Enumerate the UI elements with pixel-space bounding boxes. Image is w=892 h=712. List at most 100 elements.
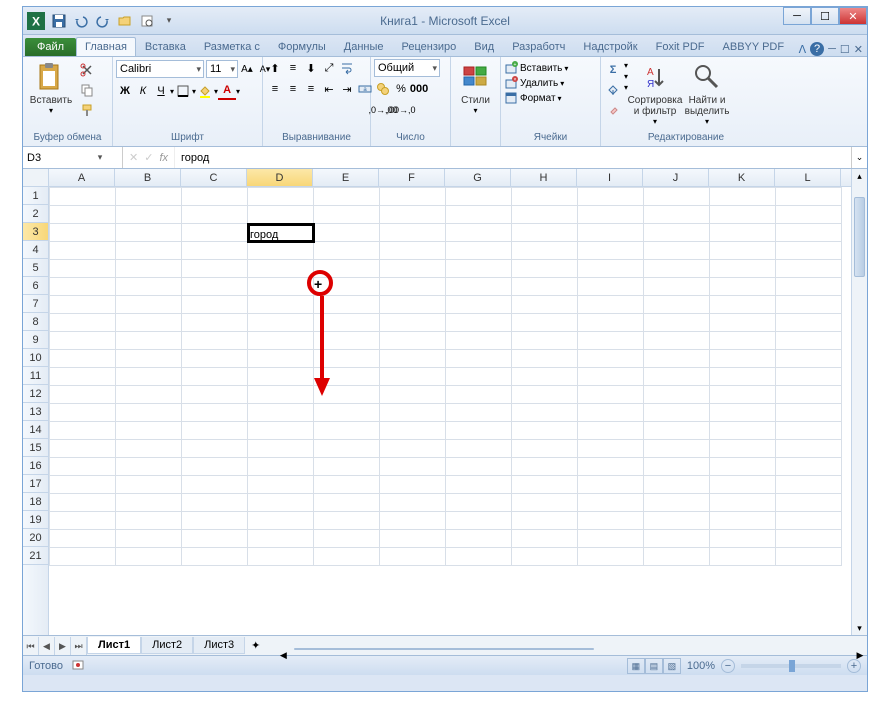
cell[interactable] bbox=[710, 458, 776, 476]
cell[interactable] bbox=[248, 242, 314, 260]
page-break-view-icon[interactable]: ▧ bbox=[663, 658, 681, 674]
cell[interactable] bbox=[182, 278, 248, 296]
mdi-minimize-icon[interactable]: ─ bbox=[828, 43, 836, 55]
cell[interactable] bbox=[248, 368, 314, 386]
cell[interactable] bbox=[248, 440, 314, 458]
cell[interactable] bbox=[380, 386, 446, 404]
cell[interactable] bbox=[776, 224, 842, 242]
cell[interactable] bbox=[446, 422, 512, 440]
insert-function-icon[interactable]: fx bbox=[159, 152, 168, 164]
addins-tab[interactable]: Надстройк bbox=[574, 37, 646, 56]
insert-cells-button[interactable]: + Вставить ▾ bbox=[504, 61, 568, 75]
cell[interactable] bbox=[446, 296, 512, 314]
cell[interactable] bbox=[644, 224, 710, 242]
cell[interactable] bbox=[314, 476, 380, 494]
cell[interactable] bbox=[446, 224, 512, 242]
cell[interactable] bbox=[512, 548, 578, 566]
cell[interactable] bbox=[380, 494, 446, 512]
cell[interactable] bbox=[446, 350, 512, 368]
cell[interactable] bbox=[776, 188, 842, 206]
cell[interactable] bbox=[446, 368, 512, 386]
cell[interactable] bbox=[512, 242, 578, 260]
cell[interactable] bbox=[314, 548, 380, 566]
cell[interactable] bbox=[776, 206, 842, 224]
cell[interactable] bbox=[182, 332, 248, 350]
cell[interactable] bbox=[512, 260, 578, 278]
bold-icon[interactable]: Ж bbox=[116, 82, 134, 100]
column-header[interactable]: H bbox=[511, 169, 577, 186]
cell[interactable] bbox=[380, 188, 446, 206]
cell[interactable] bbox=[314, 368, 380, 386]
cell[interactable] bbox=[116, 242, 182, 260]
last-sheet-icon[interactable]: ⏭ bbox=[71, 637, 87, 655]
cell[interactable] bbox=[578, 386, 644, 404]
row-header[interactable]: 20 bbox=[23, 529, 48, 547]
cell[interactable] bbox=[710, 548, 776, 566]
cell[interactable] bbox=[512, 206, 578, 224]
cell[interactable] bbox=[380, 368, 446, 386]
cell[interactable] bbox=[50, 440, 116, 458]
cell[interactable] bbox=[512, 404, 578, 422]
cell[interactable] bbox=[512, 530, 578, 548]
cell[interactable] bbox=[182, 476, 248, 494]
cell[interactable] bbox=[380, 512, 446, 530]
cell[interactable] bbox=[116, 368, 182, 386]
cell[interactable] bbox=[248, 278, 314, 296]
select-all-button[interactable] bbox=[23, 169, 49, 187]
cell[interactable] bbox=[380, 422, 446, 440]
cell[interactable] bbox=[50, 332, 116, 350]
border-icon[interactable] bbox=[174, 82, 192, 100]
cell[interactable] bbox=[248, 206, 314, 224]
row-header[interactable]: 8 bbox=[23, 313, 48, 331]
styles-button[interactable]: Стили ▾ bbox=[454, 59, 497, 115]
cell[interactable] bbox=[182, 368, 248, 386]
cell[interactable] bbox=[776, 368, 842, 386]
vscroll-thumb[interactable] bbox=[854, 197, 865, 277]
enter-edit-icon[interactable]: ✓ bbox=[144, 151, 153, 164]
copy-icon[interactable] bbox=[78, 81, 96, 99]
cell[interactable] bbox=[710, 386, 776, 404]
cell[interactable] bbox=[776, 512, 842, 530]
autosum-icon[interactable]: Σ bbox=[604, 61, 622, 79]
cell[interactable] bbox=[116, 296, 182, 314]
cell-grid[interactable]: город bbox=[49, 187, 851, 635]
cell[interactable] bbox=[314, 332, 380, 350]
cell[interactable] bbox=[50, 368, 116, 386]
cell[interactable] bbox=[116, 314, 182, 332]
cell[interactable] bbox=[644, 242, 710, 260]
cell[interactable] bbox=[182, 422, 248, 440]
cell[interactable] bbox=[380, 260, 446, 278]
cell[interactable] bbox=[644, 188, 710, 206]
scroll-up-icon[interactable]: ▴ bbox=[852, 169, 867, 183]
zoom-slider[interactable] bbox=[741, 664, 841, 668]
cell[interactable] bbox=[776, 422, 842, 440]
cell[interactable] bbox=[644, 440, 710, 458]
cell[interactable] bbox=[710, 314, 776, 332]
cell[interactable] bbox=[182, 224, 248, 242]
cell[interactable] bbox=[644, 278, 710, 296]
find-select-button[interactable]: Найти и выделить ▾ bbox=[682, 59, 732, 126]
cell[interactable] bbox=[116, 494, 182, 512]
prev-sheet-icon[interactable]: ◀ bbox=[39, 637, 55, 655]
column-header[interactable]: C bbox=[181, 169, 247, 186]
cell[interactable] bbox=[248, 512, 314, 530]
cell[interactable] bbox=[314, 494, 380, 512]
cut-icon[interactable] bbox=[78, 61, 96, 79]
cell[interactable] bbox=[710, 476, 776, 494]
cell[interactable] bbox=[710, 206, 776, 224]
cell[interactable] bbox=[512, 422, 578, 440]
next-sheet-icon[interactable]: ▶ bbox=[55, 637, 71, 655]
cell[interactable] bbox=[248, 530, 314, 548]
cell[interactable] bbox=[710, 332, 776, 350]
cell[interactable] bbox=[776, 314, 842, 332]
cell[interactable] bbox=[380, 404, 446, 422]
cell[interactable] bbox=[50, 422, 116, 440]
cell[interactable] bbox=[776, 350, 842, 368]
cell[interactable] bbox=[710, 422, 776, 440]
cell[interactable] bbox=[182, 386, 248, 404]
cell[interactable] bbox=[710, 368, 776, 386]
cell[interactable] bbox=[446, 314, 512, 332]
formulas-tab[interactable]: Формулы bbox=[269, 37, 335, 56]
cell[interactable] bbox=[380, 458, 446, 476]
cell[interactable] bbox=[116, 512, 182, 530]
